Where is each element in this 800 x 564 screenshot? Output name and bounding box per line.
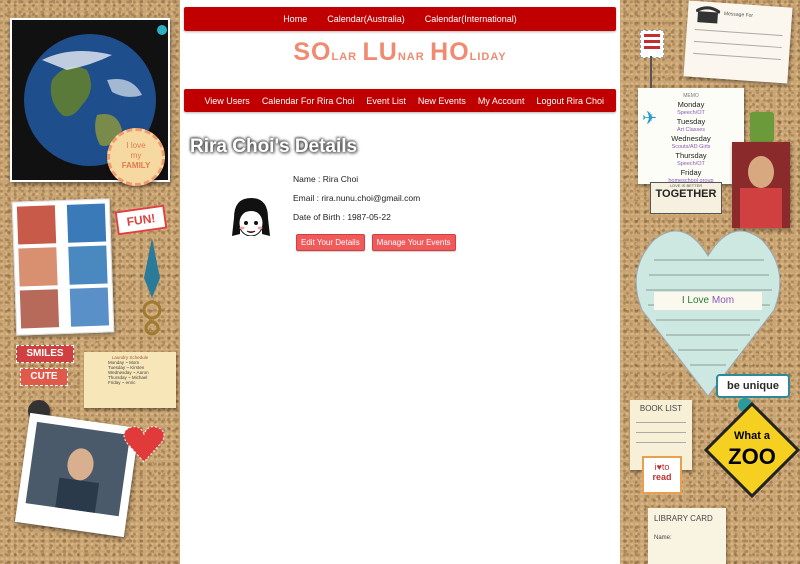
heart-icon <box>122 424 166 464</box>
laundry-day: Friday ~ enric <box>108 380 136 385</box>
zoo-sign: What a ZOO <box>703 401 800 499</box>
book-list-title: BOOK LIST <box>639 404 683 413</box>
binder-clip-icon <box>750 112 774 142</box>
together-text: TOGETHER <box>655 188 717 200</box>
laundry-schedule-card: Laundry Schedule Monday ~ Mom Tuesday ~ … <box>84 352 176 408</box>
library-card-title: LIBRARY CARD <box>654 514 713 523</box>
logo-part-nar: NAR <box>397 51 425 63</box>
avatar-girl-icon <box>232 198 270 246</box>
site-logo[interactable]: SOLAR LUNAR HOLIDAY <box>180 38 620 74</box>
boy-photo <box>14 412 140 538</box>
smiles-tag: SMILES <box>16 345 74 363</box>
detail-name: Name : Rira Choi <box>293 174 359 184</box>
heart-shape-icon <box>635 230 781 397</box>
main-content: Home Calendar(Australia) Calendar(Intern… <box>180 0 620 564</box>
page-title: Rira Choi's Details <box>190 136 358 157</box>
nav-my-account[interactable]: My Account <box>478 96 525 106</box>
love-family-text-2: my <box>130 151 142 160</box>
memo-card: MEMO Monday Speech/OT Tuesday Art Classe… <box>638 88 744 184</box>
user-avatar <box>228 196 274 246</box>
logo-part-lar: LAR <box>331 51 358 63</box>
be-unique-tag: be unique <box>716 374 790 398</box>
logo-part-lu: LU <box>362 38 398 66</box>
key-clip-icon <box>140 238 164 338</box>
love-family-text-3: FAMILY <box>121 161 151 170</box>
nav-view-users[interactable]: View Users <box>204 96 249 106</box>
detail-dob: Date of Birth : 1987-05-22 <box>293 212 391 222</box>
nav-new-events[interactable]: New Events <box>418 96 466 106</box>
cute-tag: CUTE <box>20 368 68 386</box>
nav-calendar-international[interactable]: Calendar(International) <box>425 14 517 24</box>
nav-logout[interactable]: Logout Rira Choi <box>536 96 604 106</box>
memo-day: Thursday <box>675 150 707 160</box>
portrait-picture <box>732 142 790 228</box>
i-love-mom-label: I Love Mom <box>654 292 762 310</box>
read-text: read <box>652 472 672 482</box>
to-text: to <box>661 462 670 472</box>
together-tag: LOVE IS BETTER TOGETHER <box>650 182 722 214</box>
library-card: LIBRARY CARD Name: <box>648 508 726 564</box>
love-family-badge: I love my FAMILY <box>107 128 165 186</box>
top-nav: Home Calendar(Australia) Calendar(Intern… <box>184 7 616 31</box>
nav-home[interactable]: Home <box>283 14 307 24</box>
user-details: Name : Rira Choi Email : rira.nunu.choi@… <box>293 174 420 231</box>
what-a-text: What a <box>733 430 771 442</box>
airplane-icon: ✈ <box>642 108 658 128</box>
phone-message-card: Message For <box>683 0 793 84</box>
nav-event-list[interactable]: Event List <box>366 96 406 106</box>
flag-stamp <box>640 30 664 58</box>
newspaper-heart: I Love Mom <box>634 220 782 400</box>
mom-text: Mom <box>711 295 735 306</box>
logo-part-liday: LIDAY <box>469 51 507 63</box>
right-corkboard: Message For MEMO Monday Speech/OT Tuesda… <box>620 0 800 564</box>
logo-part-so: SO <box>293 38 332 66</box>
i-love-text: I Love <box>681 295 710 306</box>
memo-day: Friday <box>680 167 702 177</box>
photo-strip <box>11 198 115 336</box>
logo-part-ho: HO <box>430 38 470 66</box>
edit-details-button[interactable]: Edit Your Details <box>296 234 365 251</box>
nav-calendar-australia[interactable]: Calendar(Australia) <box>327 14 405 24</box>
memo-day: Wednesday <box>671 133 711 143</box>
library-name-label: Name: <box>654 535 672 541</box>
action-buttons: Edit Your Details Manage Your Events <box>296 234 456 251</box>
love-family-text-1: I love <box>126 141 146 150</box>
user-nav: View Users Calendar For Rira Choi Event … <box>184 89 616 112</box>
manage-events-button[interactable]: Manage Your Events <box>371 234 456 251</box>
love-to-read-tag: i♥to read <box>642 456 682 494</box>
detail-email: Email : rira.nunu.choi@gmail.com <box>293 193 421 203</box>
telephone-icon <box>695 6 721 24</box>
zoo-text: ZOO <box>728 444 776 469</box>
left-corkboard: I love my FAMILY FUN! SMILES CUTE Laundr… <box>0 0 180 564</box>
nav-calendar-for-user[interactable]: Calendar For Rira Choi <box>262 96 355 106</box>
message-label: Message For <box>723 10 754 19</box>
fun-tag: FUN! <box>114 204 168 236</box>
